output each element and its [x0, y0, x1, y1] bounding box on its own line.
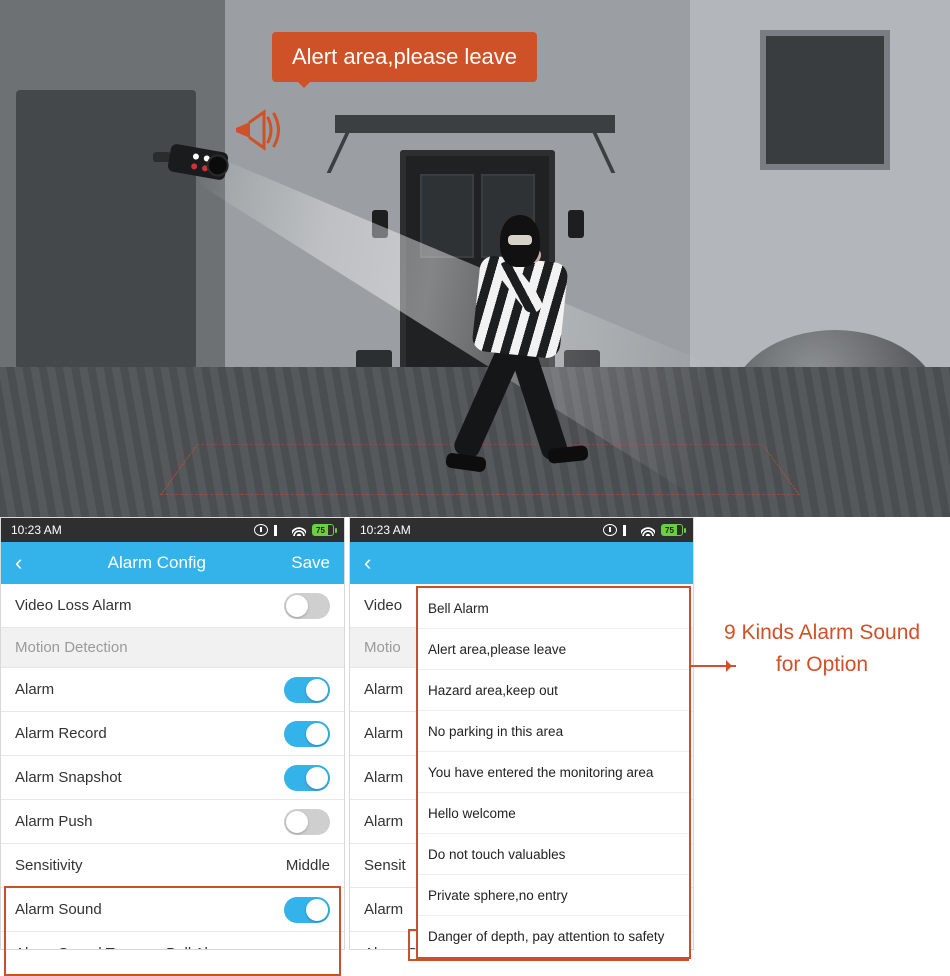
sound-option[interactable]: You have entered the monitoring area: [418, 752, 689, 793]
toggle-alarm[interactable]: [284, 677, 330, 703]
sound-option[interactable]: Hello welcome: [418, 793, 689, 834]
signal-icon: [623, 524, 635, 536]
sound-option[interactable]: Private sphere,no entry: [418, 875, 689, 916]
status-time: 10:23 AM: [360, 523, 411, 537]
app-bar: ‹: [350, 542, 693, 584]
row-alarm-push[interactable]: Alarm Push: [1, 800, 344, 844]
sound-option[interactable]: Danger of depth, pay attention to safety: [418, 916, 689, 957]
signal-icon: [274, 524, 286, 536]
alarm-sound-type-value: Bell Alarm: [166, 945, 234, 949]
window: [760, 30, 890, 170]
caption-panel: 9 Kinds Alarm Sound for Option: [694, 517, 950, 950]
status-bar: 10:23 AM 75: [350, 518, 693, 542]
wall-lamp: [372, 210, 388, 238]
wifi-icon: [641, 524, 655, 536]
row-label: Video Loss Alarm: [15, 597, 131, 614]
status-icons: 75: [603, 524, 683, 536]
alarm-sound-dropdown[interactable]: Bell Alarm Alert area,please leave Hazar…: [416, 586, 691, 959]
battery-icon: 75: [661, 524, 683, 536]
row-video-loss[interactable]: Video Loss Alarm: [1, 584, 344, 628]
save-button[interactable]: Save: [291, 553, 330, 573]
sound-option[interactable]: Alert area,please leave: [418, 629, 689, 670]
wifi-icon: [292, 524, 306, 536]
toggle-alarm-sound[interactable]: [284, 897, 330, 923]
arrow-icon: [690, 665, 736, 667]
back-button[interactable]: ‹: [364, 552, 371, 574]
megaphone-icon: [228, 98, 284, 159]
toggle-alarm-record[interactable]: [284, 721, 330, 747]
phone-screenshot-2: 10:23 AM 75 ‹ Video Motio Alarm Alarm Al…: [349, 517, 694, 950]
row-alarm-snapshot[interactable]: Alarm Snapshot: [1, 756, 344, 800]
status-bar: 10:23 AM 75: [1, 518, 344, 542]
row-sensitivity[interactable]: Sensitivity Middle: [1, 844, 344, 888]
status-time: 10:23 AM: [11, 523, 62, 537]
sound-option[interactable]: No parking in this area: [418, 711, 689, 752]
alarm-clock-icon: [603, 524, 617, 536]
caption-line2: for Option: [776, 649, 868, 681]
intruder-figure: [440, 215, 590, 485]
sound-option[interactable]: Hazard area,keep out: [418, 670, 689, 711]
garage: [0, 0, 225, 400]
phones-row: 10:23 AM 75 ‹ Alarm Config Save Video Lo…: [0, 517, 950, 950]
settings-list: Video Loss Alarm Motion Detection Alarm …: [1, 584, 344, 949]
toggle-video-loss[interactable]: [284, 593, 330, 619]
sound-option[interactable]: Bell Alarm: [418, 588, 689, 629]
toggle-alarm-snapshot[interactable]: [284, 765, 330, 791]
sensitivity-value: Middle: [286, 857, 330, 874]
row-alarm[interactable]: Alarm: [1, 668, 344, 712]
battery-icon: 75: [312, 524, 334, 536]
app-bar: ‹ Alarm Config Save: [1, 542, 344, 584]
back-button[interactable]: ‹: [15, 552, 22, 574]
sound-option[interactable]: Do not touch valuables: [418, 834, 689, 875]
security-camera-icon: [153, 140, 233, 185]
alarm-clock-icon: [254, 524, 268, 536]
section-motion: Motion Detection: [1, 628, 344, 668]
row-alarm-sound[interactable]: Alarm Sound: [1, 888, 344, 932]
phone-screenshot-1: 10:23 AM 75 ‹ Alarm Config Save Video Lo…: [0, 517, 345, 950]
toggle-alarm-push[interactable]: [284, 809, 330, 835]
speech-bubble: Alert area,please leave: [272, 32, 537, 82]
row-alarm-record[interactable]: Alarm Record: [1, 712, 344, 756]
appbar-title: Alarm Config: [22, 553, 291, 573]
status-icons: 75: [254, 524, 334, 536]
caption-line1: 9 Kinds Alarm Sound: [724, 617, 920, 649]
row-alarm-sound-type[interactable]: Alarm Sound Type Bell Alarm: [1, 932, 344, 949]
awning: [335, 115, 615, 133]
hero-promo-image: Alert area,please leave: [0, 0, 950, 517]
garage-door: [16, 90, 196, 370]
